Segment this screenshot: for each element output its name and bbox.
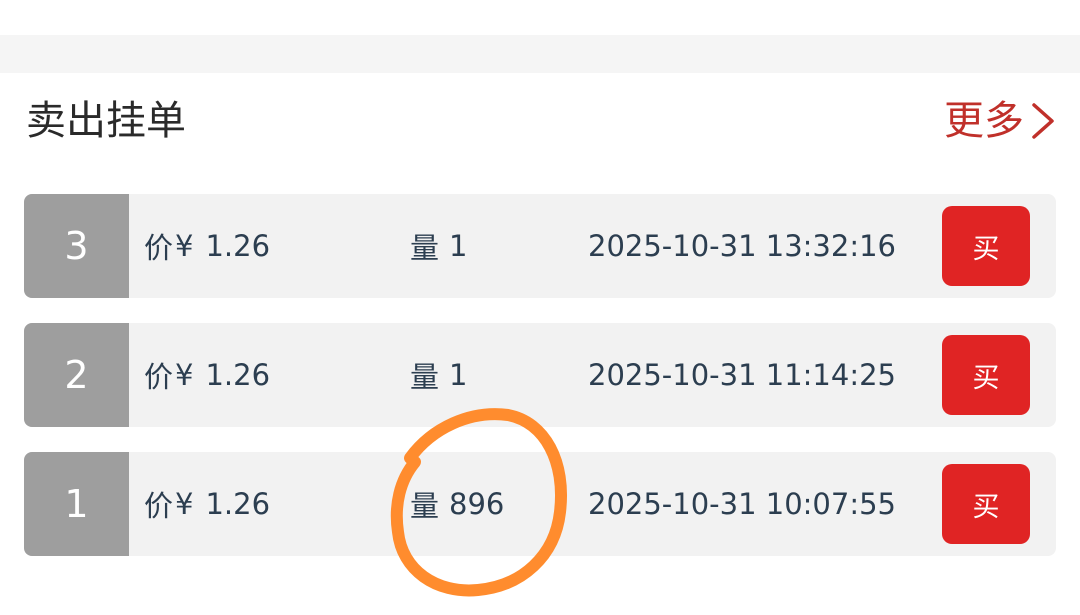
order-rank: 2 <box>24 323 129 427</box>
order-row: 1 价 ¥ 1.26 量 896 2025-10-31 10:07:55 买 <box>24 452 1056 556</box>
section-title: 卖出挂单 <box>26 98 186 144</box>
currency-symbol: ¥ <box>175 487 194 521</box>
order-timestamp: 2025-10-31 13:32:16 <box>588 229 896 263</box>
more-link[interactable]: 更多 <box>944 96 1058 146</box>
price-label: 价 <box>144 231 174 265</box>
price-label: 价 <box>144 360 174 394</box>
order-rank: 1 <box>24 452 129 556</box>
buy-button[interactable]: 买 <box>942 206 1030 286</box>
top-divider-band <box>0 35 1080 73</box>
quantity-value: 1 <box>449 358 468 392</box>
quantity-value: 1 <box>449 229 468 263</box>
price-value: 1.26 <box>205 229 271 263</box>
order-row: 3 价 ¥ 1.26 量 1 2025-10-31 13:32:16 买 <box>24 194 1056 298</box>
currency-symbol: ¥ <box>175 358 194 392</box>
quantity-label: 量 <box>410 231 440 265</box>
quantity-value: 896 <box>449 487 505 521</box>
price-value: 1.26 <box>205 358 271 392</box>
price-label: 价 <box>144 489 174 523</box>
quantity-label: 量 <box>410 360 440 394</box>
order-row: 2 价 ¥ 1.26 量 1 2025-10-31 11:14:25 买 <box>24 323 1056 427</box>
order-timestamp: 2025-10-31 10:07:55 <box>588 487 896 521</box>
order-quantity: 量 896 <box>410 452 504 556</box>
quantity-label: 量 <box>410 489 440 523</box>
order-price: 价 ¥ 1.26 <box>144 194 270 298</box>
price-value: 1.26 <box>205 487 271 521</box>
order-price: 价 ¥ 1.26 <box>144 323 270 427</box>
order-quantity: 量 1 <box>410 194 467 298</box>
order-rank: 3 <box>24 194 129 298</box>
buy-button[interactable]: 买 <box>942 335 1030 415</box>
order-quantity: 量 1 <box>410 323 467 427</box>
order-timestamp: 2025-10-31 11:14:25 <box>588 358 896 392</box>
chevron-right-icon <box>1032 103 1054 139</box>
currency-symbol: ¥ <box>175 229 194 263</box>
more-link-label: 更多 <box>944 98 1024 144</box>
buy-button[interactable]: 买 <box>942 464 1030 544</box>
order-price: 价 ¥ 1.26 <box>144 452 270 556</box>
